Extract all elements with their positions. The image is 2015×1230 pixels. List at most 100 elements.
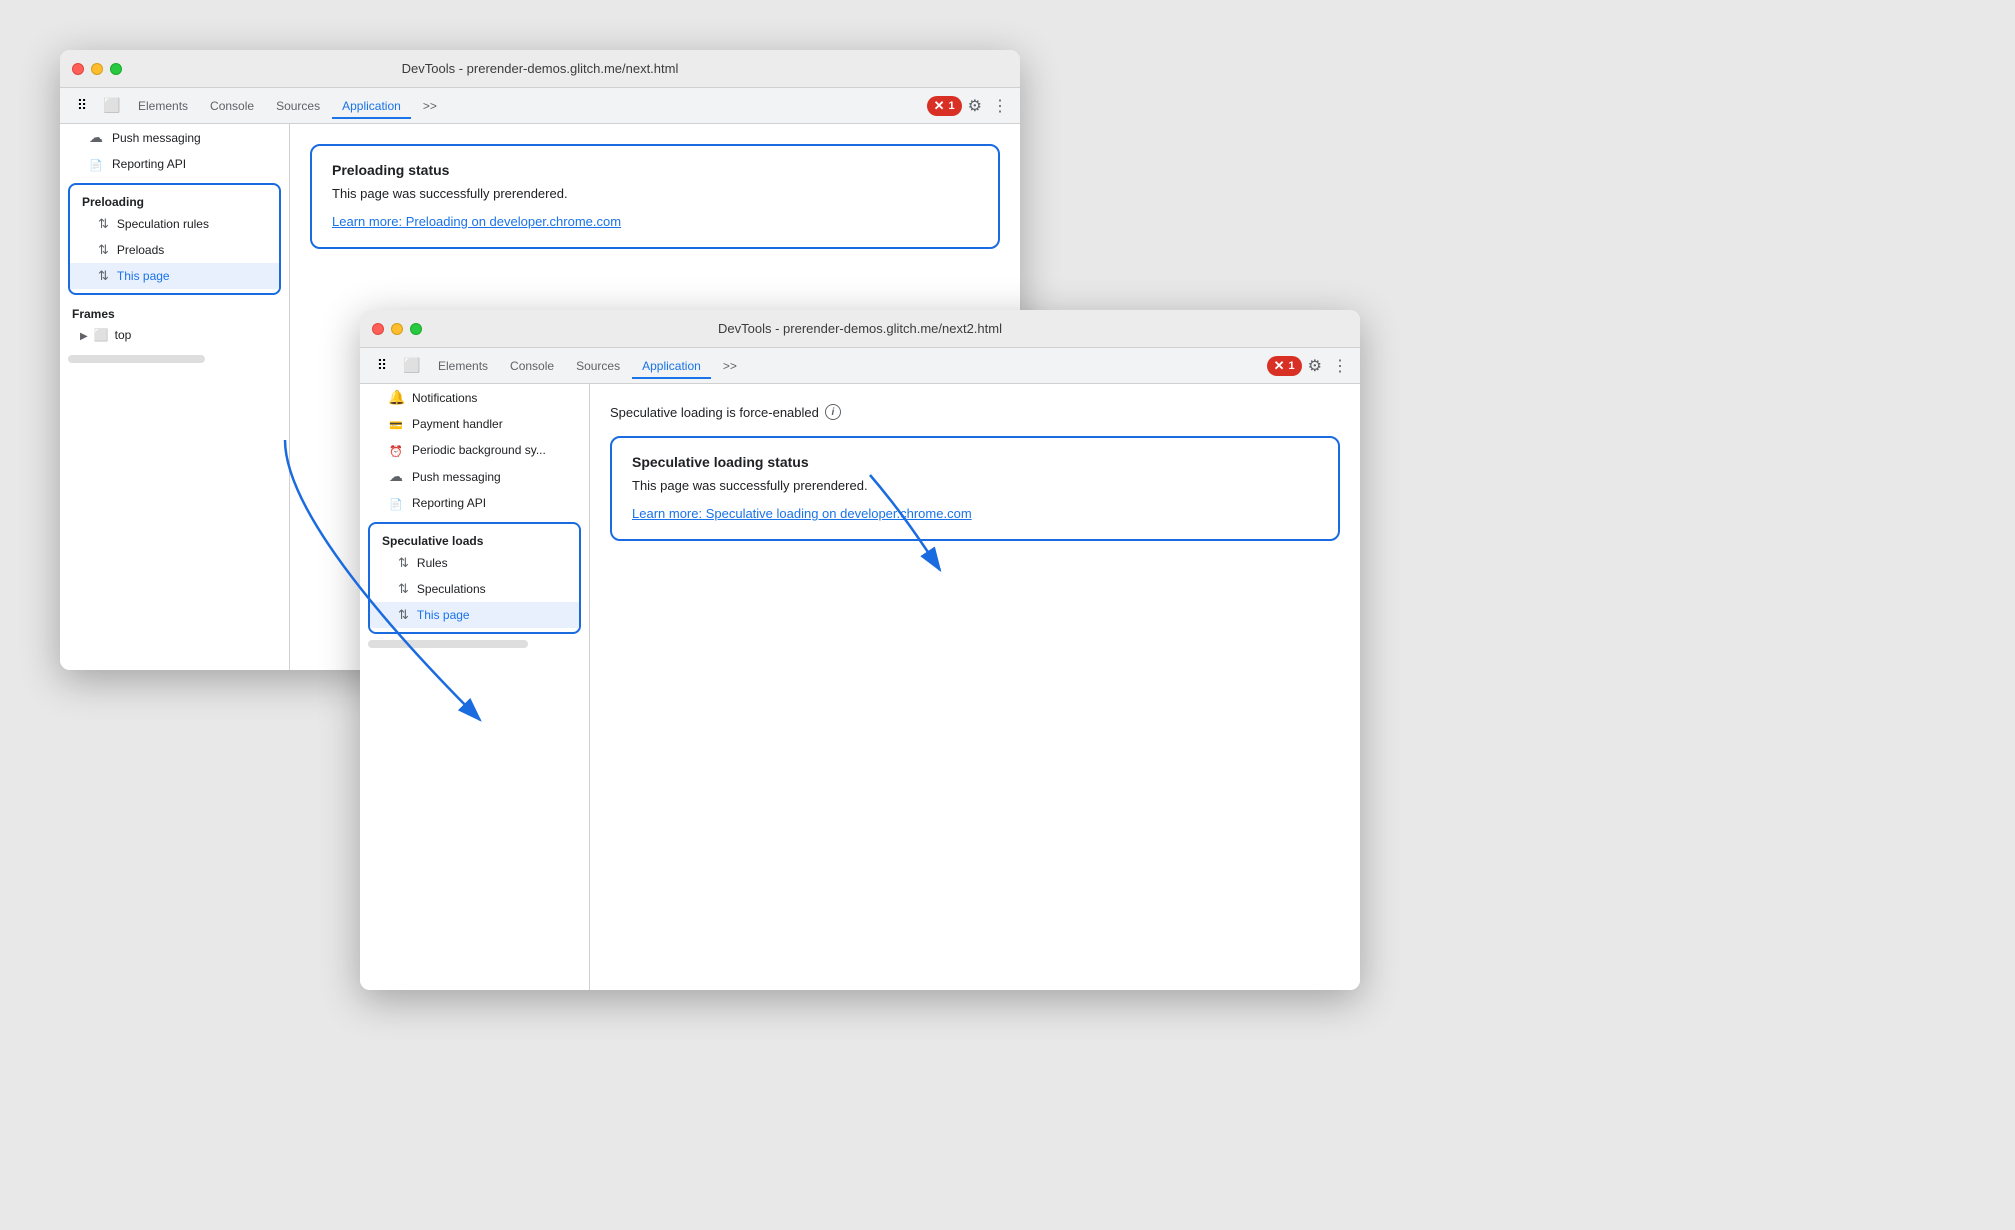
sort-icon-speculations	[398, 581, 409, 597]
speculative-loads-group: Speculative loads Rules Speculations Thi…	[368, 522, 581, 634]
inspector-icon-2[interactable]: ⠿	[368, 352, 396, 380]
sort-icon-3	[98, 268, 109, 284]
speculative-status-text: This page was successfully prerendered.	[632, 478, 1318, 493]
speculative-status-box: Speculative loading status This page was…	[610, 436, 1340, 541]
sort-icon-this-page	[398, 607, 409, 623]
info-icon[interactable]: i	[825, 404, 841, 420]
force-enabled-text: Speculative loading is force-enabled	[610, 405, 819, 420]
tab-sources[interactable]: Sources	[266, 93, 330, 119]
rules-label: Rules	[417, 556, 448, 570]
notifications-label: Notifications	[412, 391, 477, 405]
device-icon[interactable]: ⬜	[98, 92, 126, 120]
preloads-label: Preloads	[117, 243, 164, 257]
sidebar-item-this-page[interactable]: This page	[70, 263, 279, 289]
this-page-label: This page	[117, 269, 170, 283]
tab-more[interactable]: >>	[413, 93, 447, 119]
close-button-2[interactable]	[372, 323, 384, 335]
tab-console-2[interactable]: Console	[500, 353, 564, 379]
sidebar-item-speculations[interactable]: Speculations	[370, 576, 579, 602]
tab-bar-1: ⠿ ⬜ Elements Console Sources Application…	[60, 88, 1020, 124]
top-label: top	[115, 328, 132, 342]
preloading-status-text: This page was successfully prerendered.	[332, 186, 978, 201]
settings-icon-2[interactable]: ⚙	[1304, 352, 1326, 380]
preloading-group: Preloading Speculation rules Preloads Th…	[68, 183, 281, 295]
settings-icon[interactable]: ⚙	[964, 92, 986, 120]
main-content-2: Speculative loading is force-enabled i S…	[590, 384, 1360, 990]
traffic-lights-1	[72, 63, 122, 75]
error-count-2: 1	[1289, 360, 1295, 372]
tab-elements[interactable]: Elements	[128, 93, 198, 119]
tab-application-2[interactable]: Application	[632, 353, 711, 379]
window-title-2: DevTools - prerender-demos.glitch.me/nex…	[718, 321, 1002, 336]
sidebar-item-this-page-2[interactable]: This page	[370, 602, 579, 628]
doc-icon	[88, 156, 104, 172]
payment-handler-label: Payment handler	[412, 417, 503, 431]
frames-section: Frames top	[60, 301, 289, 351]
sidebar-scrollbar[interactable]	[68, 355, 205, 363]
tab-elements-2[interactable]: Elements	[428, 353, 498, 379]
preloading-learn-more-link[interactable]: Learn more: Preloading on developer.chro…	[332, 214, 621, 229]
speculation-rules-label: Speculation rules	[117, 217, 209, 231]
speculative-learn-more-link[interactable]: Learn more: Speculative loading on devel…	[632, 506, 972, 521]
sidebar-item-payment-handler[interactable]: Payment handler	[360, 411, 589, 437]
more-icon[interactable]: ⋮	[988, 92, 1012, 120]
sidebar-item-reporting-api-2[interactable]: Reporting API	[360, 490, 589, 516]
device-icon-2[interactable]: ⬜	[398, 352, 426, 380]
push-messaging-label: Push messaging	[112, 131, 201, 145]
maximize-button[interactable]	[110, 63, 122, 75]
sidebar-1: Push messaging Reporting API Preloading …	[60, 124, 290, 670]
sidebar-2: 🔔 Notifications Payment handler Periodic…	[360, 384, 590, 990]
this-page-label-2: This page	[417, 608, 470, 622]
titlebar-1: DevTools - prerender-demos.glitch.me/nex…	[60, 50, 1020, 88]
folder-icon	[94, 328, 109, 342]
devtools-body-2: 🔔 Notifications Payment handler Periodic…	[360, 384, 1360, 990]
tab-bar-2: ⠿ ⬜ Elements Console Sources Application…	[360, 348, 1360, 384]
speculative-loads-group-label: Speculative loads	[370, 528, 579, 550]
frame-arrow-icon	[80, 328, 88, 342]
inspector-icon[interactable]: ⠿	[68, 92, 96, 120]
sidebar-item-rules[interactable]: Rules	[370, 550, 579, 576]
sort-icon-2	[98, 242, 109, 258]
titlebar-2: DevTools - prerender-demos.glitch.me/nex…	[360, 310, 1360, 348]
sidebar-item-preloads[interactable]: Preloads	[70, 237, 279, 263]
preloading-status-title: Preloading status	[332, 162, 978, 178]
frames-item-top[interactable]: top	[72, 325, 277, 345]
sort-icon-1	[98, 216, 109, 232]
push-icon	[88, 129, 104, 146]
payment-icon	[388, 416, 404, 432]
tab-console[interactable]: Console	[200, 93, 264, 119]
minimize-button[interactable]	[91, 63, 103, 75]
notif-icon: 🔔	[388, 389, 404, 406]
tab-more-2[interactable]: >>	[713, 353, 747, 379]
error-count-1: 1	[949, 100, 955, 112]
push-icon-2	[388, 468, 404, 485]
sidebar-item-speculation-rules[interactable]: Speculation rules	[70, 211, 279, 237]
sidebar-scrollbar-2[interactable]	[368, 640, 528, 648]
tab-sources-2[interactable]: Sources	[566, 353, 630, 379]
window-title-1: DevTools - prerender-demos.glitch.me/nex…	[402, 61, 679, 76]
sidebar-item-push-messaging-2[interactable]: Push messaging	[360, 463, 589, 490]
speculative-status-title: Speculative loading status	[632, 454, 1318, 470]
minimize-button-2[interactable]	[391, 323, 403, 335]
maximize-button-2[interactable]	[410, 323, 422, 335]
error-badge-2: ✕ 1	[1267, 356, 1302, 376]
sort-icon-rules	[398, 555, 409, 571]
error-badge-1: ✕ 1	[927, 96, 962, 116]
speculations-label: Speculations	[417, 582, 486, 596]
reporting-api-label-2: Reporting API	[412, 496, 486, 510]
traffic-lights-2	[372, 323, 422, 335]
close-button[interactable]	[72, 63, 84, 75]
sidebar-item-push-messaging[interactable]: Push messaging	[60, 124, 289, 151]
frames-label: Frames	[72, 307, 277, 321]
preloading-group-label: Preloading	[70, 189, 279, 211]
reporting-api-label: Reporting API	[112, 157, 186, 171]
tab-application[interactable]: Application	[332, 93, 411, 119]
periodic-bg-label: Periodic background sy...	[412, 443, 546, 457]
more-icon-2[interactable]: ⋮	[1328, 352, 1352, 380]
devtools-window-2: DevTools - prerender-demos.glitch.me/nex…	[360, 310, 1360, 990]
push-messaging-label-2: Push messaging	[412, 470, 501, 484]
sidebar-item-notifications[interactable]: 🔔 Notifications	[360, 384, 589, 411]
sidebar-item-reporting-api[interactable]: Reporting API	[60, 151, 289, 177]
force-enabled-notice: Speculative loading is force-enabled i	[610, 404, 1340, 420]
sidebar-item-periodic-bg[interactable]: Periodic background sy...	[360, 437, 589, 463]
